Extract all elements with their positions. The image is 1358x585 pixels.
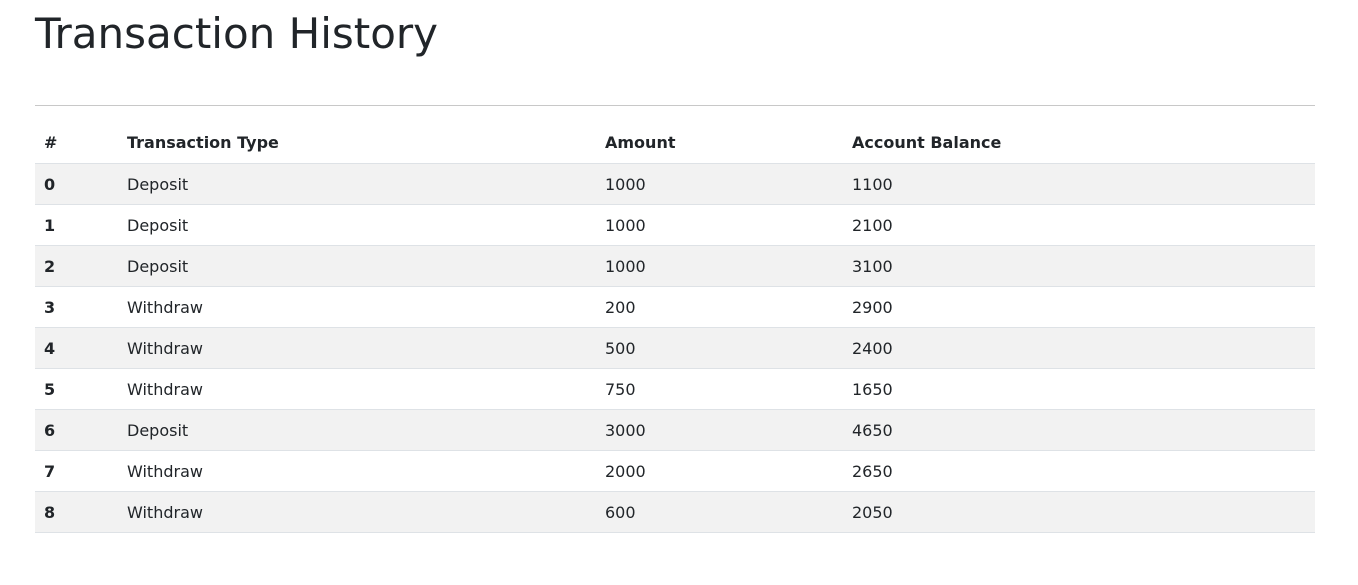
balance-cell: 2050 — [843, 491, 1315, 533]
balance-cell: 4650 — [843, 409, 1315, 451]
table-row: 0 Deposit 1000 1100 — [35, 163, 1315, 205]
header-row: # Transaction Type Amount Account Balanc… — [35, 122, 1315, 164]
table-row: 6 Deposit 3000 4650 — [35, 409, 1315, 451]
amount-cell: 3000 — [596, 409, 843, 451]
transaction-type-cell: Deposit — [118, 163, 596, 205]
row-index-cell: 5 — [35, 368, 118, 410]
row-index-cell: 4 — [35, 327, 118, 369]
table-row: 1 Deposit 1000 2100 — [35, 204, 1315, 246]
transaction-type-cell: Deposit — [118, 204, 596, 246]
balance-cell: 2900 — [843, 286, 1315, 328]
amount-cell: 600 — [596, 491, 843, 533]
transaction-type-cell: Withdraw — [118, 327, 596, 369]
transaction-type-cell: Deposit — [118, 245, 596, 287]
transaction-table: # Transaction Type Amount Account Balanc… — [35, 122, 1315, 533]
column-header-index: # — [35, 122, 118, 164]
transaction-type-cell: Withdraw — [118, 286, 596, 328]
row-index-cell: 1 — [35, 204, 118, 246]
row-index-cell: 6 — [35, 409, 118, 451]
row-index-cell: 2 — [35, 245, 118, 287]
row-index-cell: 7 — [35, 450, 118, 492]
balance-cell: 2400 — [843, 327, 1315, 369]
amount-cell: 2000 — [596, 450, 843, 492]
balance-cell: 3100 — [843, 245, 1315, 287]
page-title: Transaction History — [35, 9, 439, 58]
balance-cell: 2650 — [843, 450, 1315, 492]
table-body: 0 Deposit 1000 1100 1 Deposit 1000 2100 … — [35, 163, 1315, 533]
column-header-transaction-type: Transaction Type — [118, 122, 596, 164]
column-header-amount: Amount — [596, 122, 843, 164]
balance-cell: 2100 — [843, 204, 1315, 246]
balance-cell: 1100 — [843, 163, 1315, 205]
table-row: 4 Withdraw 500 2400 — [35, 327, 1315, 369]
column-header-account-balance: Account Balance — [843, 122, 1315, 164]
transaction-type-cell: Withdraw — [118, 491, 596, 533]
title-divider — [35, 105, 1315, 106]
transaction-type-cell: Withdraw — [118, 450, 596, 492]
table-row: 5 Withdraw 750 1650 — [35, 368, 1315, 410]
row-index-cell: 3 — [35, 286, 118, 328]
amount-cell: 1000 — [596, 204, 843, 246]
amount-cell: 750 — [596, 368, 843, 410]
amount-cell: 200 — [596, 286, 843, 328]
table-row: 3 Withdraw 200 2900 — [35, 286, 1315, 328]
row-index-cell: 8 — [35, 491, 118, 533]
page-container: Transaction History # Transaction Type A… — [35, 0, 1315, 533]
row-index-cell: 0 — [35, 163, 118, 205]
amount-cell: 1000 — [596, 245, 843, 287]
table-row: 2 Deposit 1000 3100 — [35, 245, 1315, 287]
balance-cell: 1650 — [843, 368, 1315, 410]
transaction-type-cell: Withdraw — [118, 368, 596, 410]
table-header: # Transaction Type Amount Account Balanc… — [35, 122, 1315, 164]
amount-cell: 500 — [596, 327, 843, 369]
table-row: 7 Withdraw 2000 2650 — [35, 450, 1315, 492]
transaction-type-cell: Deposit — [118, 409, 596, 451]
table-row: 8 Withdraw 600 2050 — [35, 491, 1315, 533]
amount-cell: 1000 — [596, 163, 843, 205]
